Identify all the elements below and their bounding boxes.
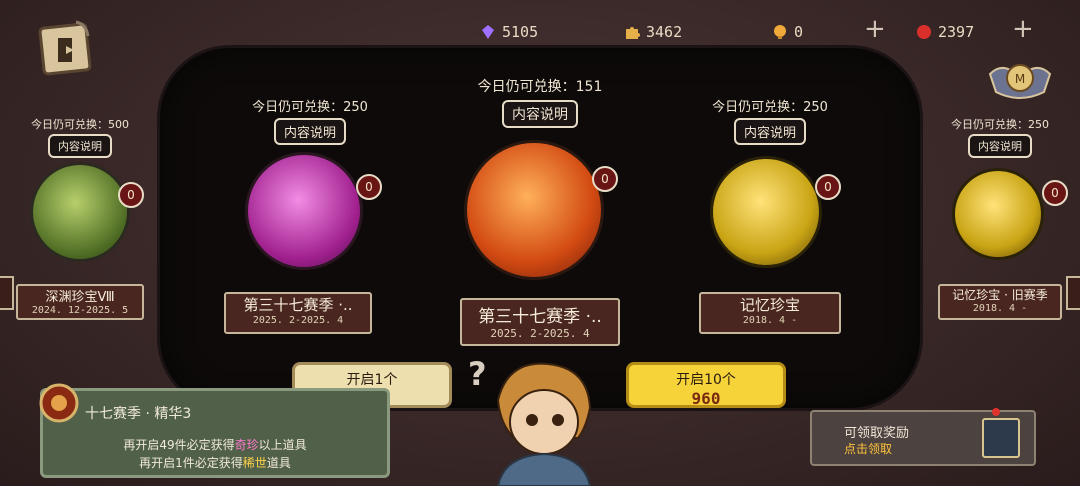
claim-reward-button[interactable]: 可领取奖励 点击领取 [810,408,1036,466]
treasure-date: 2018. 4 - [742,315,798,326]
claim-action: 点击领取 [844,442,893,456]
add-token-button[interactable]: + [864,14,886,44]
character-figure-icon [496,362,592,486]
remaining-label: 今日仍可兑换：500 [31,118,129,131]
claim-title: 可领取奖励 [844,426,910,441]
resource-gem: 2397 + [916,14,1034,46]
scroll-left-arrow[interactable] [0,276,14,310]
treasure-date: 2018. 4 - [972,303,1028,314]
puzzle-piece-icon [626,27,640,39]
treasure-orb-gold [710,156,822,268]
svg-text:M: M [1015,72,1025,86]
winged-emblem-icon: M [988,64,1052,99]
open-ten-label: 开启10个 [676,372,736,388]
puzzle-count: 3462 [646,23,683,41]
lightbulb-token-icon [774,25,786,39]
description-button[interactable]: 内容说明 [733,118,807,145]
essence-emblem-icon [39,383,79,423]
notification-dot [992,408,1000,416]
treasure-orb-orange [464,140,604,280]
scroll-right-arrow[interactable] [1066,276,1080,310]
gem-count: 2397 [938,23,975,41]
open-ten-cost: 960 [691,389,721,408]
treasure-date: 2025. 2-2025. 4 [490,327,590,340]
red-gem-icon [917,25,931,39]
crystal-count: 5105 [502,23,539,41]
token-count: 0 [794,23,804,41]
resource-crystal: 5105 [480,18,538,46]
count-badge: 0 [592,166,618,192]
count-badge: 0 [815,174,841,200]
character-portrait [478,360,608,486]
treasure-date: 2024. 12-2025. 5 [31,305,129,316]
treasure-orb-purple [245,152,363,270]
treasure-date: 2025. 2-2025. 4 [252,315,344,326]
name-plate: 第三十七赛季 ·.. 2025. 2-2025. 4 [224,292,372,334]
reward-portrait [982,418,1020,458]
remaining-label: 今日仍可兑换：250 [252,100,368,115]
add-gem-button[interactable]: + [1012,14,1034,44]
treasure-name: 记忆珍宝 [739,296,800,314]
resource-puzzle: 3462 [624,18,682,46]
pity-line-legendary: 再开启1件必定获得稀世道具 [139,456,291,470]
exit-door-icon [38,20,92,76]
remaining-label: 今日仍可兑换：250 [712,100,828,115]
purple-crystal-icon [482,25,494,39]
description-button[interactable]: 内容说明 [502,100,578,128]
treasure-orb-green [30,162,130,262]
count-badge: 0 [118,182,144,208]
remaining-label: 今日仍可兑换：151 [477,79,603,95]
treasure-name: 第三十七赛季 ·.. [478,307,602,327]
back-button[interactable] [36,16,98,80]
treasure-name: 深渊珍宝Ⅷ [45,290,115,305]
treasure-orb-gold-small [952,168,1044,260]
pity-line-rare: 再开启49件必定获得奇珍以上道具 [123,438,307,452]
rank-badge-button[interactable]: M [986,56,1056,106]
essence-title: 十七赛季 · 精华3 [85,406,192,422]
name-plate: 第三十七赛季 ·.. 2025. 2-2025. 4 [460,298,620,346]
description-button[interactable]: 内容说明 [273,118,347,145]
treasure-name: 记忆珍宝 · 旧赛季 [952,288,1048,302]
name-plate: 记忆珍宝 2018. 4 - [699,292,841,334]
description-button[interactable]: 内容说明 [48,134,112,158]
remaining-label: 今日仍可兑换：250 [951,118,1049,131]
open-ten-button[interactable]: 开启10个 960 [626,362,786,408]
count-badge: 0 [1042,180,1068,206]
count-badge: 0 [356,174,382,200]
essence-pity-panel: 十七赛季 · 精华3 再开启49件必定获得奇珍以上道具 再开启1件必定获得稀世道… [39,383,390,478]
treasure-name: 第三十七赛季 ·.. [243,296,353,314]
description-button[interactable]: 内容说明 [968,134,1032,158]
open-one-label: 开启1个 [346,372,398,388]
name-plate: 深渊珍宝Ⅷ 2024. 12-2025. 5 [16,284,144,320]
name-plate: 记忆珍宝 · 旧赛季 2018. 4 - [938,284,1062,320]
resource-token: 0 + [772,14,886,46]
